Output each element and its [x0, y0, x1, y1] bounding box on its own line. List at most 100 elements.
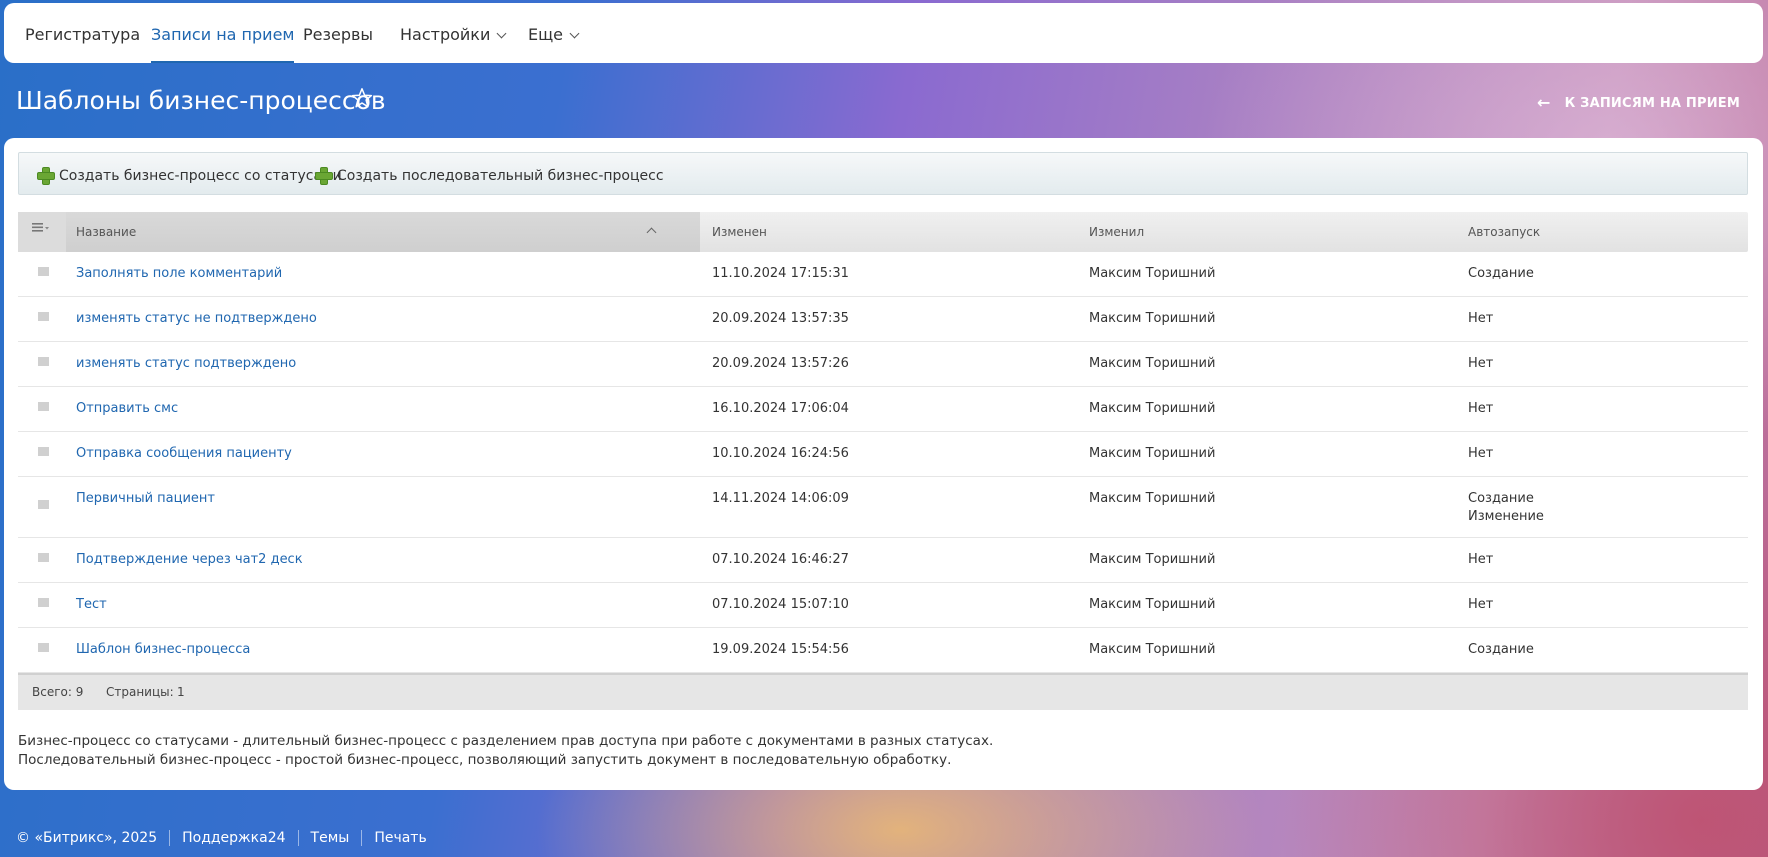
- total-count: Всего: 9: [32, 685, 84, 699]
- autostart-change: Изменение: [1468, 509, 1544, 524]
- note-sequential-process: Последовательный бизнес-процесс - просто…: [18, 752, 952, 768]
- top-navigation: Регистратура Записи на прием Резервы Нас…: [4, 3, 1763, 63]
- plus-icon: [37, 167, 55, 185]
- table-row: изменять статус не подтверждено 20.09.20…: [18, 297, 1748, 342]
- modified-by: Максим Торишний: [1089, 356, 1216, 371]
- modified-by: Максим Торишний: [1089, 597, 1216, 612]
- modified-by: Максим Торишний: [1089, 446, 1216, 461]
- modified-by: Максим Торишний: [1089, 266, 1216, 281]
- template-name-link[interactable]: Отправить смс: [76, 401, 178, 416]
- arrow-left-icon: ←: [1536, 93, 1551, 112]
- star-icon[interactable]: [350, 86, 374, 110]
- themes-link[interactable]: Темы: [297, 830, 362, 846]
- page-title: Шаблоны бизнес-процессов: [16, 86, 386, 115]
- create-sequential-process-label: Создать последовательный бизнес-процесс: [337, 168, 664, 184]
- nav-item-settings[interactable]: Настройки: [400, 3, 507, 63]
- row-action-icon[interactable]: [38, 643, 49, 652]
- modified-date: 14.11.2024 14:06:09: [712, 491, 849, 506]
- create-sequential-process-button[interactable]: Создать последовательный бизнес-процесс: [315, 164, 664, 185]
- autostart: Нет: [1468, 401, 1494, 416]
- column-settings-button[interactable]: [18, 212, 66, 252]
- sort-ascending-icon: [646, 227, 657, 238]
- modified-date: 11.10.2024 17:15:31: [712, 266, 849, 281]
- autostart-create: Создание: [1468, 491, 1534, 506]
- column-header-name-label: Название: [76, 225, 137, 239]
- create-status-process-label: Создать бизнес-процесс со статусами: [59, 168, 342, 184]
- table-row: Первичный пациент 14.11.2024 14:06:09 Ма…: [18, 477, 1748, 538]
- row-action-icon[interactable]: [38, 447, 49, 456]
- template-name-link[interactable]: Первичный пациент: [76, 491, 215, 506]
- table-footer: Всего: 9 Страницы: 1: [18, 673, 1748, 710]
- nav-item-reserves[interactable]: Резервы: [303, 3, 373, 63]
- table-row: Тест 07.10.2024 15:07:10 Максим Торишний…: [18, 583, 1748, 628]
- row-action-icon[interactable]: [38, 312, 49, 321]
- table-row: Подтверждение через чат2 деск 07.10.2024…: [18, 538, 1748, 583]
- row-action-icon[interactable]: [38, 267, 49, 276]
- back-link-label: К ЗАПИСЯМ НА ПРИЕМ: [1564, 96, 1740, 111]
- chevron-down-icon: [496, 28, 507, 39]
- autostart: Создание: [1468, 642, 1534, 657]
- table-header: Название Изменен Изменил Автозапуск: [18, 212, 1748, 252]
- template-name-link[interactable]: Отправка сообщения пациенту: [76, 446, 292, 461]
- note-status-process: Бизнес-процесс со статусами - длительный…: [18, 733, 994, 749]
- autostart: Создание Изменение: [1468, 491, 1544, 524]
- template-name-link[interactable]: Подтверждение через чат2 деск: [76, 552, 303, 567]
- toolbar: Создать бизнес-процесс со статусами Созд…: [18, 152, 1748, 195]
- support-link[interactable]: Поддержка24: [169, 830, 297, 846]
- create-status-process-button[interactable]: Создать бизнес-процесс со статусами: [37, 164, 342, 185]
- row-action-icon[interactable]: [38, 598, 49, 607]
- modified-by: Максим Торишний: [1089, 552, 1216, 567]
- help-notes: Бизнес-процесс со статусами - длительный…: [18, 732, 993, 770]
- table-row: Заполнять поле комментарий 11.10.2024 17…: [18, 252, 1748, 297]
- autostart: Нет: [1468, 552, 1494, 567]
- column-header-name[interactable]: Название: [66, 212, 700, 252]
- copyright: © «Битрикс», 2025: [16, 830, 158, 846]
- autostart: Нет: [1468, 597, 1494, 612]
- back-to-appointments-link[interactable]: ← К ЗАПИСЯМ НА ПРИЕМ: [1536, 92, 1740, 112]
- modified-by: Максим Торишний: [1089, 491, 1216, 506]
- row-action-icon[interactable]: [38, 357, 49, 366]
- menu-icon: [32, 223, 49, 232]
- modified-date: 20.09.2024 13:57:26: [712, 356, 849, 371]
- autostart: Нет: [1468, 311, 1494, 326]
- print-link[interactable]: Печать: [361, 830, 438, 846]
- pages-label: Страницы:: [106, 685, 174, 699]
- row-action-icon[interactable]: [38, 500, 49, 509]
- templates-table: Название Изменен Изменил Автозапуск Запо…: [18, 212, 1748, 710]
- table-row: Отправка сообщения пациенту 10.10.2024 1…: [18, 432, 1748, 477]
- template-name-link[interactable]: изменять статус подтверждено: [76, 356, 296, 371]
- modified-date: 19.09.2024 15:54:56: [712, 642, 849, 657]
- modified-date: 07.10.2024 16:46:27: [712, 552, 849, 567]
- nav-item-more[interactable]: Еще: [528, 3, 580, 63]
- nav-item-more-label: Еще: [528, 25, 564, 44]
- table-row: изменять статус подтверждено 20.09.2024 …: [18, 342, 1748, 387]
- page-number[interactable]: 1: [177, 675, 185, 710]
- modified-by: Максим Торишний: [1089, 401, 1216, 416]
- row-action-icon[interactable]: [38, 553, 49, 562]
- template-name-link[interactable]: Тест: [76, 597, 107, 612]
- modified-by: Максим Торишний: [1089, 311, 1216, 326]
- chevron-down-icon: [569, 28, 580, 39]
- modified-date: 10.10.2024 16:24:56: [712, 446, 849, 461]
- modified-date: 16.10.2024 17:06:04: [712, 401, 849, 416]
- nav-item-appointments[interactable]: Записи на прием: [151, 3, 295, 63]
- autostart: Создание: [1468, 266, 1534, 281]
- autostart: Нет: [1468, 356, 1494, 371]
- table-row: Шаблон бизнес-процесса 19.09.2024 15:54:…: [18, 628, 1748, 673]
- main-card: Создать бизнес-процесс со статусами Созд…: [4, 138, 1763, 790]
- page-footer: © «Битрикс», 2025 Поддержка24 Темы Печать: [16, 830, 439, 846]
- nav-item-settings-label: Настройки: [400, 25, 491, 44]
- nav-item-registry[interactable]: Регистратура: [25, 3, 140, 63]
- modified-date: 07.10.2024 15:07:10: [712, 597, 849, 612]
- row-action-icon[interactable]: [38, 402, 49, 411]
- template-name-link[interactable]: Шаблон бизнес-процесса: [76, 642, 250, 657]
- template-name-link[interactable]: Заполнять поле комментарий: [76, 266, 282, 281]
- column-header-author[interactable]: Изменил: [1089, 212, 1144, 252]
- column-header-modified[interactable]: Изменен: [712, 212, 767, 252]
- column-header-autostart[interactable]: Автозапуск: [1468, 212, 1540, 252]
- modified-by: Максим Торишний: [1089, 642, 1216, 657]
- autostart: Нет: [1468, 446, 1494, 461]
- template-name-link[interactable]: изменять статус не подтверждено: [76, 311, 317, 326]
- plus-icon: [315, 167, 333, 185]
- table-row: Отправить смс 16.10.2024 17:06:04 Максим…: [18, 387, 1748, 432]
